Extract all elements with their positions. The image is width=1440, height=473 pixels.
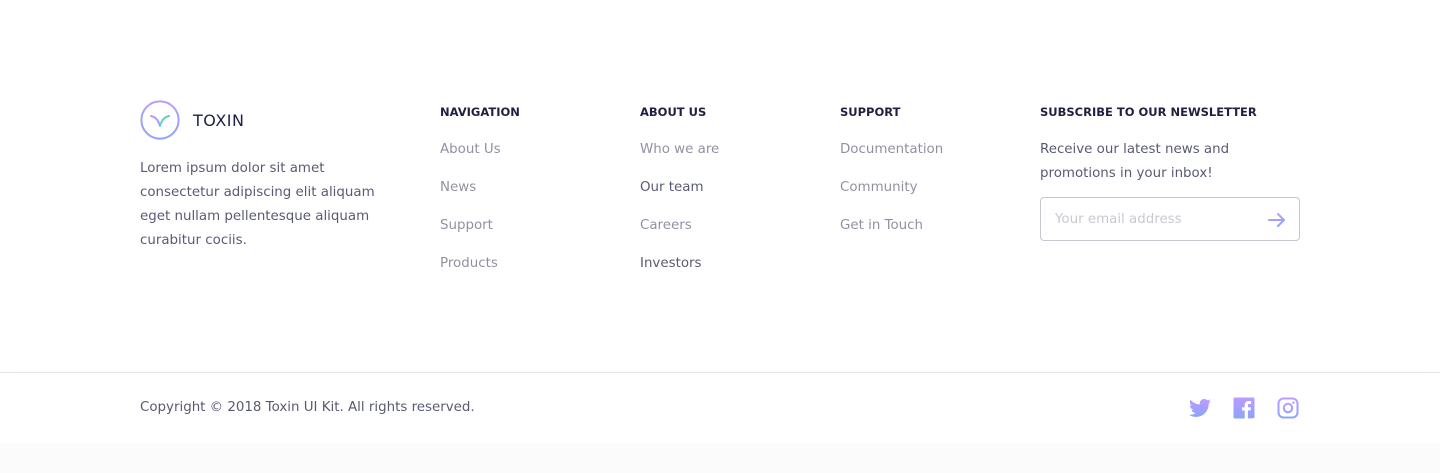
about-link-careers[interactable]: Careers (640, 218, 692, 233)
about-link-who-we-are[interactable]: Who we are (640, 142, 719, 157)
instagram-link[interactable] (1276, 396, 1300, 420)
about-title: ABOUT US (640, 105, 707, 119)
newsletter-form (1040, 197, 1300, 241)
support-column: SUPPORT Documentation Community Get in T… (840, 104, 943, 252)
nav-link-about-us[interactable]: About Us (440, 142, 501, 157)
nav-link-products[interactable]: Products (440, 256, 498, 271)
nav-link-news[interactable]: News (440, 180, 476, 195)
twitter-link[interactable] (1188, 396, 1212, 420)
twitter-icon (1189, 399, 1211, 417)
support-link-documentation[interactable]: Documentation (840, 142, 943, 157)
support-link-get-in-touch[interactable]: Get in Touch (840, 218, 923, 233)
support-link-community[interactable]: Community (840, 180, 918, 195)
navigation-title: NAVIGATION (440, 105, 520, 119)
newsletter-description: Receive our latest news and promotions i… (1040, 142, 1230, 181)
logo[interactable]: TOXIN (140, 100, 400, 140)
footer-bottom: Copyright © 2018 Toxin UI Kit. All right… (0, 373, 1440, 443)
email-input[interactable] (1041, 199, 1251, 239)
about-link-investors[interactable]: Investors (640, 256, 702, 271)
facebook-link[interactable] (1232, 396, 1256, 420)
navigation-column: NAVIGATION About Us News Support Product… (440, 104, 520, 290)
support-title: SUPPORT (840, 105, 901, 119)
newsletter-title: SUBSCRIBE TO OUR NEWSLETTER (1040, 105, 1257, 119)
about-link-our-team[interactable]: Our team (640, 180, 704, 195)
footer-top: TOXIN Lorem ipsum dolor sit amet consect… (0, 0, 1440, 372)
brand-block: TOXIN Lorem ipsum dolor sit amet consect… (140, 100, 400, 253)
brand-name: TOXIN (193, 110, 245, 130)
facebook-icon (1233, 397, 1255, 419)
about-column: ABOUT US Who we are Our team Careers Inv… (640, 104, 719, 290)
nav-link-support[interactable]: Support (440, 218, 493, 233)
copyright-text: Copyright © 2018 Toxin UI Kit. All right… (140, 400, 475, 415)
page-bottom-background (0, 443, 1440, 473)
instagram-icon (1277, 397, 1299, 419)
brand-description: Lorem ipsum dolor sit amet consectetur a… (140, 161, 375, 248)
arrow-right-icon[interactable] (1267, 210, 1287, 230)
toxin-logo-icon (140, 100, 180, 140)
newsletter-column: SUBSCRIBE TO OUR NEWSLETTER Receive our … (1040, 104, 1300, 241)
